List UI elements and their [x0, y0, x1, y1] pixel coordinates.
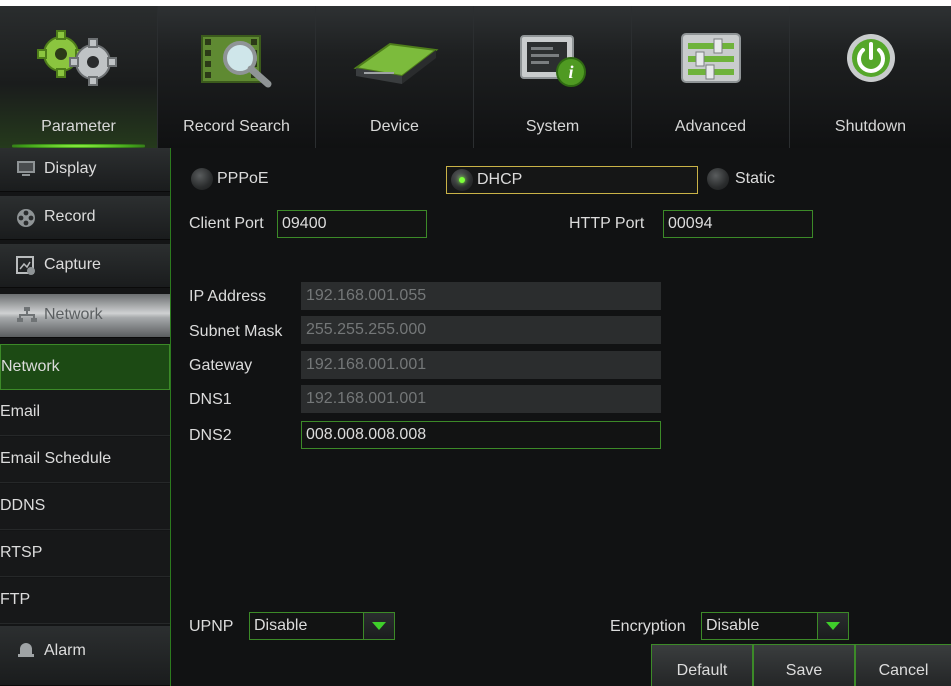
static-label: Static: [735, 170, 776, 187]
dns1-field[interactable]: 192.168.001.001: [301, 385, 661, 413]
sidebar-item-label: DDNS: [0, 497, 46, 514]
http-port-field[interactable]: 00094: [663, 210, 813, 238]
tab-system[interactable]: i System: [474, 6, 632, 148]
cancel-button[interactable]: Cancel: [855, 644, 951, 686]
svg-text:i: i: [568, 62, 573, 82]
film-search-icon: [194, 28, 280, 95]
sidebar-category-label: Record: [44, 208, 96, 225]
sidebar-category-label: Capture: [44, 256, 101, 273]
settings-sidebar: Display Record Capture Network Network E…: [0, 148, 170, 686]
dns2-label: DNS2: [189, 427, 232, 444]
sidebar-item-label: FTP: [0, 591, 31, 608]
tab-parameter[interactable]: Parameter: [0, 6, 158, 148]
sidebar-item-label: Network: [1, 358, 60, 375]
tab-record-search-label: Record Search: [183, 118, 290, 135]
client-port-field[interactable]: 09400: [277, 210, 427, 238]
tab-advanced[interactable]: Advanced: [632, 6, 790, 148]
hard-drive-icon: [350, 28, 440, 93]
encryption-label: Encryption: [610, 618, 686, 635]
top-toolbar: Parameter Record Search Device i System …: [0, 6, 951, 148]
upnp-value: Disable: [254, 617, 308, 634]
tab-system-label: System: [525, 118, 580, 135]
dhcp-radio[interactable]: [451, 169, 473, 191]
capture-icon: [16, 256, 36, 281]
network-icon: [16, 306, 38, 329]
tab-shutdown-label: Shutdown: [834, 118, 907, 135]
pppoe-label: PPPoE: [217, 170, 269, 187]
pppoe-radio[interactable]: [191, 168, 213, 190]
save-button[interactable]: Save: [753, 644, 855, 686]
dhcp-option[interactable]: DHCP: [446, 166, 698, 194]
http-port-label: HTTP Port: [569, 215, 645, 232]
tab-device-label: Device: [370, 118, 419, 135]
network-settings-panel: PPPoE DHCP Static Client Port 09400 HTTP…: [170, 148, 951, 686]
tab-parameter-label: Parameter: [41, 118, 116, 135]
alarm-icon: [16, 640, 36, 663]
tab-advanced-label: Advanced: [674, 118, 747, 135]
sidebar-category-label: Network: [44, 306, 103, 323]
sidebar-item-email[interactable]: Email: [0, 390, 170, 436]
ip-address-label: IP Address: [189, 288, 267, 305]
tab-shutdown[interactable]: Shutdown: [790, 6, 951, 148]
sidebar-item-rtsp[interactable]: RTSP: [0, 531, 170, 577]
dvr-settings-window: Parameter Record Search Device i System …: [0, 6, 951, 686]
sidebar-item-email-schedule[interactable]: Email Schedule: [0, 437, 170, 483]
chevron-down-icon[interactable]: [363, 613, 394, 639]
sidebar-item-ftp[interactable]: FTP: [0, 578, 170, 624]
sidebar-item-label: Email Schedule: [0, 450, 112, 467]
gateway-field[interactable]: 192.168.001.001: [301, 351, 661, 379]
power-icon: [841, 28, 901, 93]
sidebar-category-label: Alarm: [44, 642, 86, 659]
sidebar-item-network[interactable]: Network: [0, 344, 170, 390]
sidebar-category-label: Display: [44, 160, 97, 177]
film-reel-icon: [16, 208, 36, 233]
subnet-mask-label: Subnet Mask: [189, 323, 283, 340]
ip-address-field[interactable]: 192.168.001.055: [301, 282, 661, 310]
sidebar-category-network[interactable]: Network: [0, 294, 170, 338]
static-radio[interactable]: [707, 168, 729, 190]
dhcp-label: DHCP: [477, 171, 523, 188]
default-button[interactable]: Default: [651, 644, 753, 686]
monitor-icon: [16, 160, 36, 183]
sidebar-item-label: RTSP: [0, 544, 43, 561]
upnp-select[interactable]: Disable: [249, 612, 395, 640]
tab-record-search[interactable]: Record Search: [158, 6, 316, 148]
gateway-label: Gateway: [189, 357, 253, 374]
sidebar-category-display[interactable]: Display: [0, 148, 170, 192]
client-port-label: Client Port: [189, 215, 264, 232]
chevron-down-icon[interactable]: [817, 613, 848, 639]
sidebar-item-label: Email: [0, 403, 41, 420]
sidebar-category-alarm[interactable]: Alarm: [0, 626, 170, 686]
gears-icon: [31, 28, 127, 93]
upnp-label: UPNP: [189, 618, 234, 635]
subnet-mask-field[interactable]: 255.255.255.000: [301, 316, 661, 344]
dns2-field[interactable]: 008.008.008.008: [301, 421, 661, 449]
dns1-label: DNS1: [189, 391, 232, 408]
encryption-value: Disable: [706, 617, 760, 634]
encryption-select[interactable]: Disable: [701, 612, 849, 640]
sliders-icon: [676, 28, 746, 93]
sidebar-item-ddns[interactable]: DDNS: [0, 484, 170, 530]
sidebar-category-record[interactable]: Record: [0, 196, 170, 240]
system-info-icon: i: [513, 28, 593, 95]
tab-device[interactable]: Device: [316, 6, 474, 148]
sidebar-category-capture[interactable]: Capture: [0, 244, 170, 288]
